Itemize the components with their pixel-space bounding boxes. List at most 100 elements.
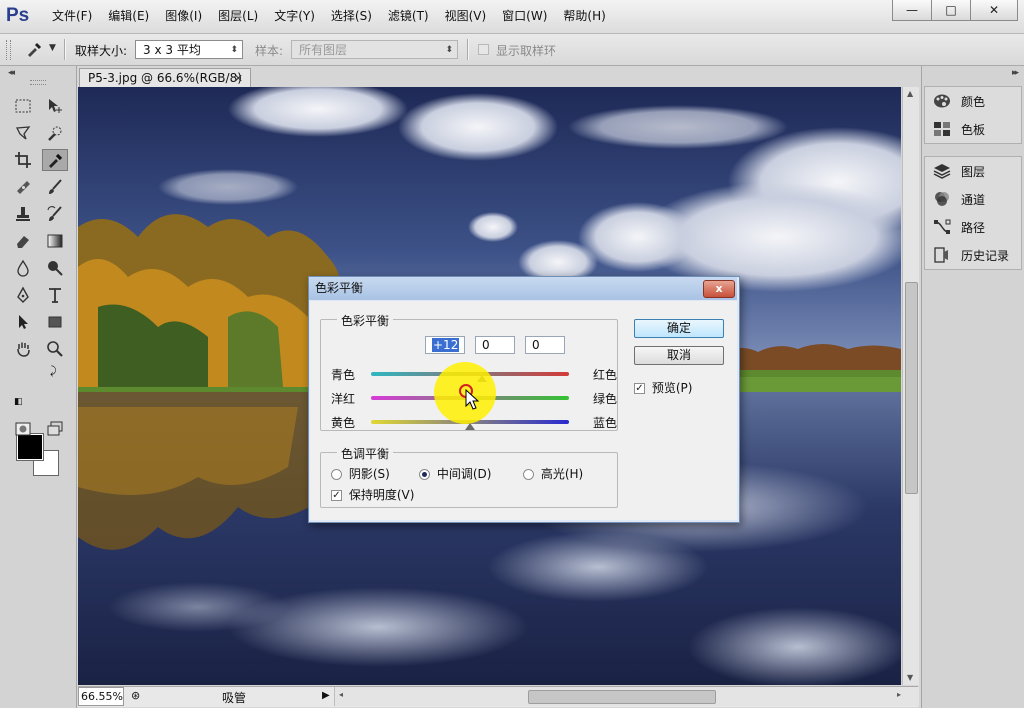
menu-file[interactable]: 文件(F) — [44, 0, 100, 33]
quick-mask-button[interactable] — [10, 418, 36, 440]
menu-window[interactable]: 窗口(W) — [494, 0, 555, 33]
magenta-green-level-value: 0 — [482, 338, 490, 352]
status-info-icon[interactable]: ⊛ — [131, 689, 140, 702]
healing-tool[interactable] — [10, 176, 36, 198]
shape-tool[interactable] — [42, 311, 68, 333]
panel-item-layers[interactable]: 图层 — [925, 157, 1021, 185]
close-window-button[interactable]: ✕ — [971, 0, 1018, 21]
ok-button[interactable]: 确定 — [634, 319, 724, 338]
brush-tool[interactable] — [42, 176, 68, 198]
yellow-blue-level-input[interactable]: 0 — [525, 336, 565, 354]
blur-tool[interactable] — [10, 257, 36, 279]
chevron-down-icon[interactable]: ▼ — [49, 43, 56, 53]
horizontal-scrollbar[interactable]: ◂ ▸ — [334, 687, 919, 706]
pen-icon — [17, 286, 29, 303]
magenta-green-level-input[interactable]: 0 — [475, 336, 515, 354]
menu-image[interactable]: 图像(I) — [157, 0, 210, 33]
menu-help[interactable]: 帮助(H) — [555, 0, 613, 33]
quick-select-tool[interactable] — [42, 122, 68, 144]
default-colors-icon[interactable]: ◧ — [14, 397, 23, 407]
shadows-radio[interactable] — [331, 469, 342, 480]
panel-item-paths[interactable]: 路径 — [925, 213, 1021, 241]
pen-tool[interactable] — [10, 284, 36, 306]
menu-layer[interactable]: 图层(L) — [210, 0, 266, 33]
midtones-radio-option[interactable]: 中间调(D) — [419, 465, 491, 482]
lasso-tool[interactable] — [10, 122, 36, 144]
horizontal-scroll-thumb[interactable] — [528, 690, 716, 704]
swatches-icon — [933, 120, 951, 138]
panel-item-history[interactable]: 历史记录 — [925, 241, 1021, 269]
type-tool[interactable] — [42, 284, 68, 306]
yellow-blue-slider-thumb[interactable] — [465, 423, 475, 430]
menu-view[interactable]: 视图(V) — [437, 0, 495, 33]
hand-tool[interactable] — [10, 338, 36, 360]
eyedropper-preset-icon[interactable] — [24, 40, 44, 58]
arrow-select-icon — [19, 315, 28, 329]
eyedropper-tool[interactable] — [42, 149, 68, 171]
panel-group-layers: 图层 通道 路径 历史记录 — [924, 156, 1022, 270]
cancel-button[interactable]: 取消 — [634, 346, 724, 365]
options-grip[interactable] — [6, 40, 11, 60]
menu-filter[interactable]: 滤镜(T) — [380, 0, 437, 33]
dodge-icon — [48, 261, 63, 276]
vertical-scroll-thumb[interactable] — [905, 282, 918, 494]
screen-mode-button[interactable] — [42, 418, 68, 440]
collapse-icon[interactable]: ◂◂ — [8, 68, 15, 78]
expand-panels-icon[interactable]: ▸▸ — [1012, 68, 1019, 78]
shadows-radio-option[interactable]: 阴影(S) — [331, 465, 390, 482]
scroll-left-icon[interactable]: ◂ — [339, 690, 343, 699]
move-tool[interactable] — [42, 95, 68, 117]
window-controls: — □ ✕ — [892, 0, 1018, 21]
show-ring-checkbox[interactable] — [478, 44, 489, 55]
menu-edit[interactable]: 编辑(E) — [100, 0, 157, 33]
dialog-close-button[interactable]: x — [703, 280, 735, 298]
sample-value: 所有图层 — [299, 43, 348, 57]
dodge-tool[interactable] — [42, 257, 68, 279]
sample-select[interactable]: 所有图层 ⬍ — [291, 40, 458, 59]
eraser-tool[interactable] — [10, 230, 36, 252]
crop-tool[interactable] — [10, 149, 36, 171]
scroll-up-icon[interactable]: ▲ — [907, 89, 913, 98]
zoom-field[interactable]: 66.55% — [78, 687, 124, 706]
marquee-tool[interactable] — [10, 95, 36, 117]
document-tab[interactable]: P5-3.jpg @ 66.6%(RGB/8) ✕ — [79, 68, 251, 87]
menu-select[interactable]: 选择(S) — [323, 0, 380, 33]
dialog-titlebar[interactable]: 色彩平衡 — [309, 277, 737, 300]
close-icon[interactable]: ✕ — [234, 69, 243, 88]
highlights-radio-option[interactable]: 高光(H) — [523, 465, 583, 482]
panel-label-swatches: 色板 — [961, 122, 986, 137]
midtones-radio[interactable] — [419, 469, 430, 480]
panel-item-color[interactable]: 颜色 — [925, 87, 1021, 115]
panel-grip[interactable] — [30, 80, 46, 85]
restore-button[interactable]: □ — [932, 0, 971, 21]
clone-stamp-tool[interactable] — [10, 203, 36, 225]
sample-size-select[interactable]: 3 x 3 平均 ⬍ — [135, 40, 243, 59]
minimize-button[interactable]: — — [892, 0, 932, 21]
scroll-right-icon[interactable]: ▸ — [897, 690, 901, 699]
menu-bar: Ps 文件(F) 编辑(E) 图像(I) 图层(L) 文字(Y) 选择(S) 滤… — [0, 0, 1024, 34]
scroll-down-icon[interactable]: ▼ — [907, 673, 913, 682]
path-select-tool[interactable] — [10, 311, 36, 333]
menu-type[interactable]: 文字(Y) — [266, 0, 323, 33]
vertical-scrollbar[interactable]: ▲ ▼ — [902, 87, 919, 685]
preview-option[interactable]: ✓ 预览(P) — [634, 379, 692, 396]
panel-item-channels[interactable]: 通道 — [925, 185, 1021, 213]
preview-checkbox[interactable]: ✓ — [634, 383, 645, 394]
status-bar: 66.55% ⊛ 吸管 ▶ ◂ ▸ — [78, 686, 919, 707]
highlights-radio[interactable] — [523, 469, 534, 480]
gradient-tool[interactable] — [42, 230, 68, 252]
color-balance-dialog: 色彩平衡 x 色彩平衡 +12 0 0 青色 红色 洋红 绿色 黄色 蓝色 色调… — [308, 276, 740, 523]
swap-colors-icon[interactable]: ⤸ — [50, 364, 57, 378]
status-menu-arrow-icon[interactable]: ▶ — [322, 690, 330, 701]
eyedropper-icon — [49, 153, 63, 168]
panels-dock: ▸▸ 颜色 色板 图层 通道 路径 历史记录 — [921, 66, 1024, 708]
panel-item-swatches[interactable]: 色板 — [925, 115, 1021, 143]
panel-group-color: 颜色 色板 — [924, 86, 1022, 144]
droplet-icon — [17, 259, 29, 277]
zoom-tool[interactable] — [42, 338, 68, 360]
preserve-luminosity-checkbox[interactable]: ✓ — [331, 490, 342, 501]
history-brush-tool[interactable] — [42, 203, 68, 225]
preserve-luminosity-option[interactable]: ✓ 保持明度(V) — [331, 486, 414, 503]
cyan-red-level-input[interactable]: +12 — [425, 336, 465, 354]
slider-right-label: 蓝色 — [592, 416, 617, 430]
